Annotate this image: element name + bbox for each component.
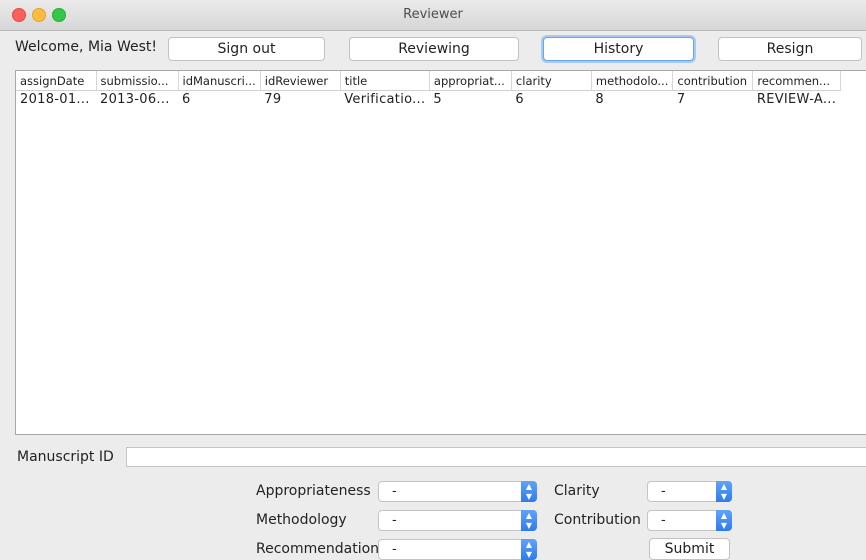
- appropriateness-value: -: [392, 484, 397, 499]
- clarity-label: Clarity: [554, 483, 600, 499]
- column-header[interactable]: contribution: [672, 71, 754, 91]
- table-cell: 79: [264, 92, 282, 107]
- table-row[interactable]: 2018-01... 2013-06... 6 79 Verificatio..…: [16, 91, 840, 109]
- history-table[interactable]: assignDate submissio... idManuscri... id…: [15, 70, 866, 435]
- window-title: Reviewer: [403, 7, 463, 22]
- column-header[interactable]: clarity: [511, 71, 592, 91]
- column-header[interactable]: idManuscri...: [178, 71, 261, 91]
- contribution-select[interactable]: - ▲ ▼: [647, 510, 732, 531]
- methodology-value: -: [392, 513, 397, 528]
- methodology-label: Methodology: [256, 512, 347, 528]
- table-cell: 6: [182, 92, 191, 107]
- column-header[interactable]: methodolo...: [591, 71, 674, 91]
- appropriateness-label: Appropriateness: [256, 483, 371, 499]
- column-header[interactable]: idReviewer: [260, 71, 341, 91]
- chevron-up-down-icon: ▲ ▼: [521, 510, 537, 531]
- recommendation-value: -: [392, 542, 397, 557]
- appropriateness-select[interactable]: - ▲ ▼: [378, 481, 537, 502]
- sign-out-button[interactable]: Sign out: [168, 37, 325, 61]
- resign-button[interactable]: Resign: [718, 37, 862, 61]
- chevron-up-down-icon: ▲ ▼: [716, 510, 732, 531]
- table-cell: 5: [433, 92, 442, 107]
- column-header[interactable]: assignDate: [16, 71, 97, 91]
- table-cell: 8: [595, 92, 604, 107]
- methodology-select[interactable]: - ▲ ▼: [378, 510, 537, 531]
- table-cell: 6: [515, 92, 524, 107]
- chevron-up-down-icon: ▲ ▼: [716, 481, 732, 502]
- table-cell: 7: [676, 92, 686, 107]
- column-header[interactable]: recommen...: [752, 71, 841, 91]
- recommendation-select[interactable]: - ▲ ▼: [378, 539, 537, 560]
- column-header[interactable]: title: [340, 71, 430, 91]
- table-cell: 2013-06...: [100, 92, 170, 107]
- submit-button[interactable]: Submit: [649, 538, 730, 560]
- recommendation-label: Recommendation: [256, 541, 380, 557]
- table-cell: Verificatio...: [344, 92, 426, 107]
- welcome-label: Welcome, Mia West!: [15, 39, 157, 55]
- column-header[interactable]: submissio...: [96, 71, 179, 91]
- clarity-select[interactable]: - ▲ ▼: [647, 481, 732, 502]
- table-header-row: assignDate submissio... idManuscri... id…: [16, 71, 841, 91]
- clarity-value: -: [661, 484, 666, 499]
- column-header[interactable]: appropriat...: [429, 71, 512, 91]
- history-button[interactable]: History: [543, 37, 694, 61]
- title-bar: Reviewer: [0, 0, 866, 31]
- manuscript-id-label: Manuscript ID: [17, 449, 114, 465]
- reviewing-button[interactable]: Reviewing: [349, 37, 519, 61]
- manuscript-id-input[interactable]: [126, 447, 866, 467]
- contribution-label: Contribution: [554, 512, 641, 528]
- chevron-up-down-icon: ▲ ▼: [521, 481, 537, 502]
- table-cell: REVIEW-A...: [756, 92, 837, 107]
- chevron-up-down-icon: ▲ ▼: [521, 539, 537, 560]
- contribution-value: -: [661, 513, 666, 528]
- table-cell: 2018-01...: [20, 92, 90, 107]
